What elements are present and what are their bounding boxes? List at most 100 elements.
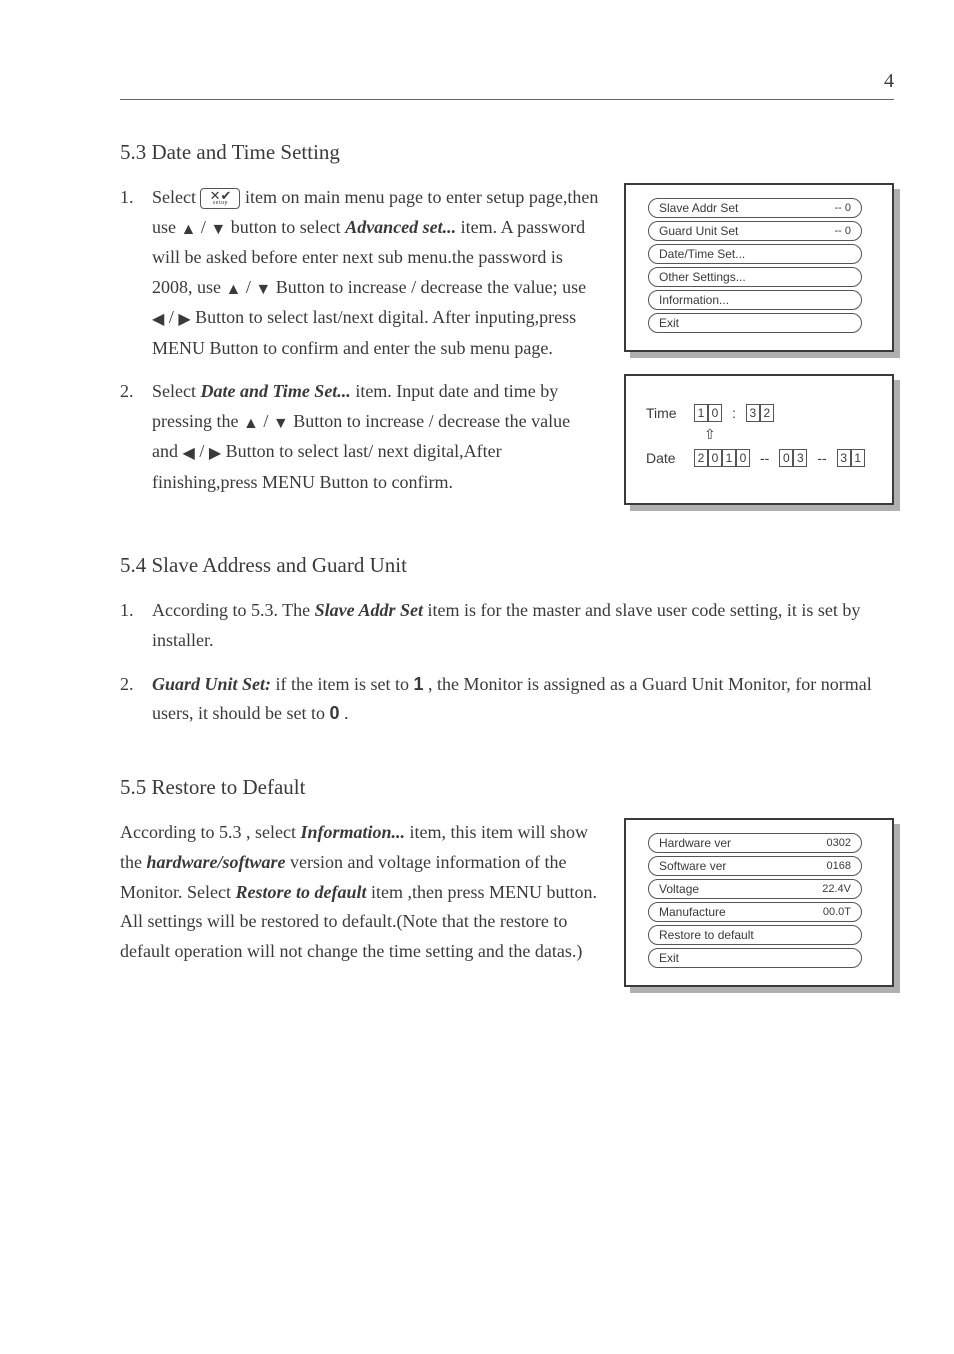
emphasis: Slave Addr Set (315, 600, 428, 620)
text: if the item is set to (276, 674, 414, 694)
text: According to 5.3 , select (120, 822, 300, 842)
digit-box[interactable]: 1 (694, 404, 708, 422)
page-number: 4 (120, 70, 894, 93)
step-5-4-1: 1. According to 5.3. The Slave Addr Set … (120, 596, 894, 655)
emphasis: hardware/software (147, 852, 291, 872)
time-label: Time (646, 405, 686, 421)
menu-value: 00.0T (823, 906, 851, 918)
text: / (259, 411, 273, 431)
text: Button to select last/next digital. Afte… (152, 307, 576, 357)
text: . (344, 703, 349, 723)
menu-item[interactable]: Exit (648, 313, 862, 333)
menu-label: Other Settings... (659, 270, 746, 284)
menu-label: Information... (659, 293, 729, 307)
digit-box[interactable]: 3 (837, 449, 851, 467)
menu-item[interactable]: Information... (648, 290, 862, 310)
menu-value: 0302 (827, 837, 851, 849)
heading-5-3: 5.3 Date and Time Setting (120, 140, 894, 165)
heading-5-5: 5.5 Restore to Default (120, 775, 894, 800)
digit-box[interactable]: 0 (708, 404, 722, 422)
digit-box[interactable]: 3 (746, 404, 760, 422)
step-body: Select ✕✔ setup item on main menu page t… (152, 183, 600, 363)
section-5-3-body: 1. Select ✕✔ setup item on main menu pag… (120, 183, 894, 511)
menu-item[interactable]: Exit (648, 948, 862, 968)
time-separator: : (732, 405, 736, 421)
menu-item[interactable]: Voltage22.4V (648, 879, 862, 899)
menu-item[interactable]: Software ver0168 (648, 856, 862, 876)
down-arrow-icon: ▼ (210, 217, 226, 243)
cursor-indicator-icon: ⇧ (704, 426, 872, 443)
digit-box[interactable]: 0 (779, 449, 793, 467)
text: Select (152, 187, 200, 207)
text: Select (152, 381, 200, 401)
left-arrow-icon: ◀ (183, 441, 195, 467)
date-digits[interactable]: 3 1 (837, 449, 865, 467)
information-panel: Hardware ver 0302 Software ver0168 Voltag… (624, 818, 894, 987)
emphasis: 1 (414, 674, 424, 694)
menu-item[interactable]: Other Settings... (648, 267, 862, 287)
menu-item[interactable]: Date/Time Set... (648, 244, 862, 264)
date-label: Date (646, 450, 686, 466)
date-digits[interactable]: 0 3 (779, 449, 807, 467)
step-number: 2. (120, 377, 152, 407)
menu-label: Hardware ver (659, 836, 731, 850)
digit-box[interactable]: 0 (708, 449, 722, 467)
time-digits[interactable]: 1 0 (694, 404, 722, 422)
date-row: Date 2 0 1 0 -- 0 3 -- 3 1 (646, 449, 872, 467)
menu-item[interactable]: Restore to default (648, 925, 862, 945)
menu-label: Slave Addr Set (659, 201, 738, 215)
emphasis: Restore to default (236, 882, 372, 902)
digit-box[interactable]: 2 (760, 404, 774, 422)
menu-item[interactable]: Guard Unit Set-- 0 (648, 221, 862, 241)
digit-box[interactable]: 0 (736, 449, 750, 467)
step-5-3-1: 1. Select ✕✔ setup item on main menu pag… (120, 183, 600, 363)
digit-box[interactable]: 3 (793, 449, 807, 467)
advanced-settings-panel: Slave Addr Set -- 0 Guard Unit Set-- 0 Da… (624, 183, 894, 352)
step-body: Guard Unit Set: if the item is set to 1 … (152, 670, 894, 729)
text: / (241, 277, 255, 297)
date-separator: -- (760, 450, 769, 466)
text: Button to increase / decrease the value;… (276, 277, 586, 297)
emphasis: 0 (330, 703, 340, 723)
time-digits[interactable]: 3 2 (746, 404, 774, 422)
menu-item[interactable]: Manufacture00.0T (648, 902, 862, 922)
step-5-4-2: 2. Guard Unit Set: if the item is set to… (120, 670, 894, 729)
emphasis: Information... (300, 822, 409, 842)
menu-label: Restore to default (659, 928, 754, 942)
menu-label: Voltage (659, 882, 699, 896)
date-digits[interactable]: 2 0 1 0 (694, 449, 750, 467)
digit-box[interactable]: 2 (694, 449, 708, 467)
section-5-5-panel: Hardware ver 0302 Software ver0168 Voltag… (624, 818, 894, 1009)
text: button to select (231, 217, 345, 237)
menu-label: Exit (659, 951, 679, 965)
menu-label: Exit (659, 316, 679, 330)
up-arrow-icon: ▲ (243, 411, 259, 437)
right-arrow-icon: ▶ (209, 441, 221, 467)
text: / (164, 307, 178, 327)
menu-value: -- 0 (835, 202, 852, 214)
down-arrow-icon: ▼ (273, 411, 289, 437)
emphasis: Guard Unit Set: (152, 674, 276, 694)
page: 4 5.3 Date and Time Setting 1. Select ✕✔… (0, 0, 954, 1069)
emphasis: Advanced set... (345, 217, 460, 237)
heading-5-4: 5.4 Slave Address and Guard Unit (120, 553, 894, 578)
left-arrow-icon: ◀ (152, 307, 164, 333)
up-arrow-icon: ▲ (226, 277, 242, 303)
digit-box[interactable]: 1 (722, 449, 736, 467)
digit-box[interactable]: 1 (851, 449, 865, 467)
menu-value: 0168 (827, 860, 851, 872)
step-number: 1. (120, 596, 152, 626)
step-number: 1. (120, 183, 152, 213)
menu-item[interactable]: Hardware ver 0302 (648, 833, 862, 853)
time-date-panel: Time 1 0 : 3 2 ⇧ Date 2 0 (624, 374, 894, 505)
emphasis: Date and Time Set... (200, 381, 355, 401)
right-arrow-icon: ▶ (178, 307, 190, 333)
menu-value: -- 0 (835, 225, 852, 237)
up-arrow-icon: ▲ (181, 217, 197, 243)
time-row: Time 1 0 : 3 2 (646, 404, 872, 422)
section-5-4-body: 1. According to 5.3. The Slave Addr Set … (120, 596, 894, 729)
setup-icon: ✕✔ setup (200, 188, 240, 209)
step-body: According to 5.3. The Slave Addr Set ite… (152, 596, 894, 655)
menu-item[interactable]: Slave Addr Set -- 0 (648, 198, 862, 218)
down-arrow-icon: ▼ (255, 277, 271, 303)
